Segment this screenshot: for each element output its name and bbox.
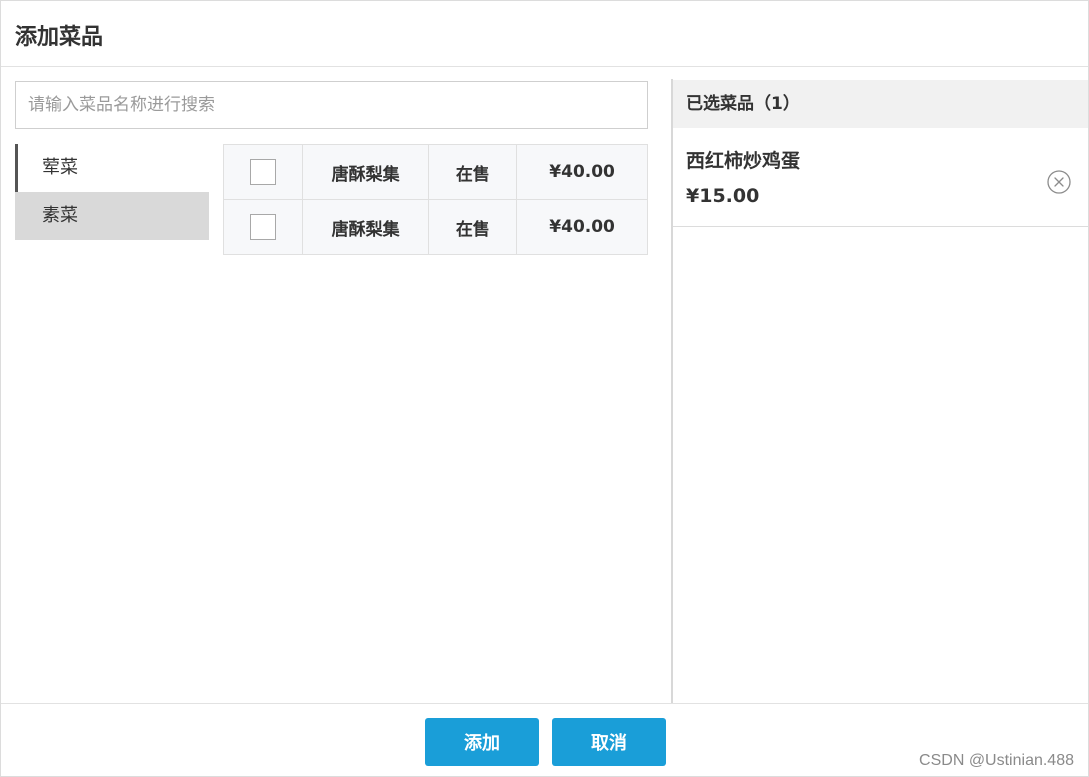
dish-checkbox[interactable] xyxy=(249,214,276,240)
dialog-title: 添加菜品 xyxy=(15,25,104,50)
selected-dishes-header: 已选菜品（1） xyxy=(673,80,1088,128)
dish-price: ¥40.00 xyxy=(516,144,648,200)
selected-dishes-panel: 已选菜品（1） 西红柿炒鸡蛋 ¥15.00 xyxy=(673,80,1088,703)
table-row[interactable]: 唐酥梨集 在售 ¥40.00 xyxy=(223,199,648,255)
watermark: CSDN @Ustinian.488 xyxy=(919,752,1074,769)
search-input[interactable] xyxy=(15,81,648,129)
dialog-header: 添加菜品 xyxy=(1,1,1088,67)
dish-status: 在售 xyxy=(428,144,518,200)
table-row[interactable]: 唐酥梨集 在售 ¥40.00 xyxy=(223,144,648,200)
dish-name: 唐酥梨集 xyxy=(301,144,430,200)
add-dish-dialog: 添加菜品 荤菜 素菜 唐酥梨集 在售 ¥40.00 xyxy=(0,0,1089,777)
category-item-label: 荤菜 xyxy=(42,157,78,178)
checkbox-cell xyxy=(223,144,303,200)
add-button[interactable]: 添加 xyxy=(425,718,539,766)
category-list: 荤菜 素菜 xyxy=(15,144,209,240)
selected-dish-name: 西红柿炒鸡蛋 xyxy=(686,150,801,172)
dish-status: 在售 xyxy=(428,199,518,255)
circle-x-icon[interactable] xyxy=(1047,170,1071,194)
cancel-button[interactable]: 取消 xyxy=(552,718,666,766)
selected-dish-item: 西红柿炒鸡蛋 ¥15.00 xyxy=(673,128,1088,227)
dish-price: ¥40.00 xyxy=(516,199,648,255)
dish-checkbox[interactable] xyxy=(249,159,276,185)
dish-name: 唐酥梨集 xyxy=(301,199,430,255)
category-item-label: 素菜 xyxy=(42,205,78,226)
category-item-vegetable[interactable]: 素菜 xyxy=(15,192,209,240)
dish-picker-panel: 荤菜 素菜 唐酥梨集 在售 ¥40.00 唐酥梨集 在售 ¥40. xyxy=(1,67,671,703)
category-item-meat[interactable]: 荤菜 xyxy=(15,144,209,192)
selected-dish-price: ¥15.00 xyxy=(686,185,760,207)
dish-table: 唐酥梨集 在售 ¥40.00 唐酥梨集 在售 ¥40.00 xyxy=(223,144,648,255)
checkbox-cell xyxy=(223,199,303,255)
dialog-footer: 添加 取消 CSDN @Ustinian.488 xyxy=(1,703,1088,777)
